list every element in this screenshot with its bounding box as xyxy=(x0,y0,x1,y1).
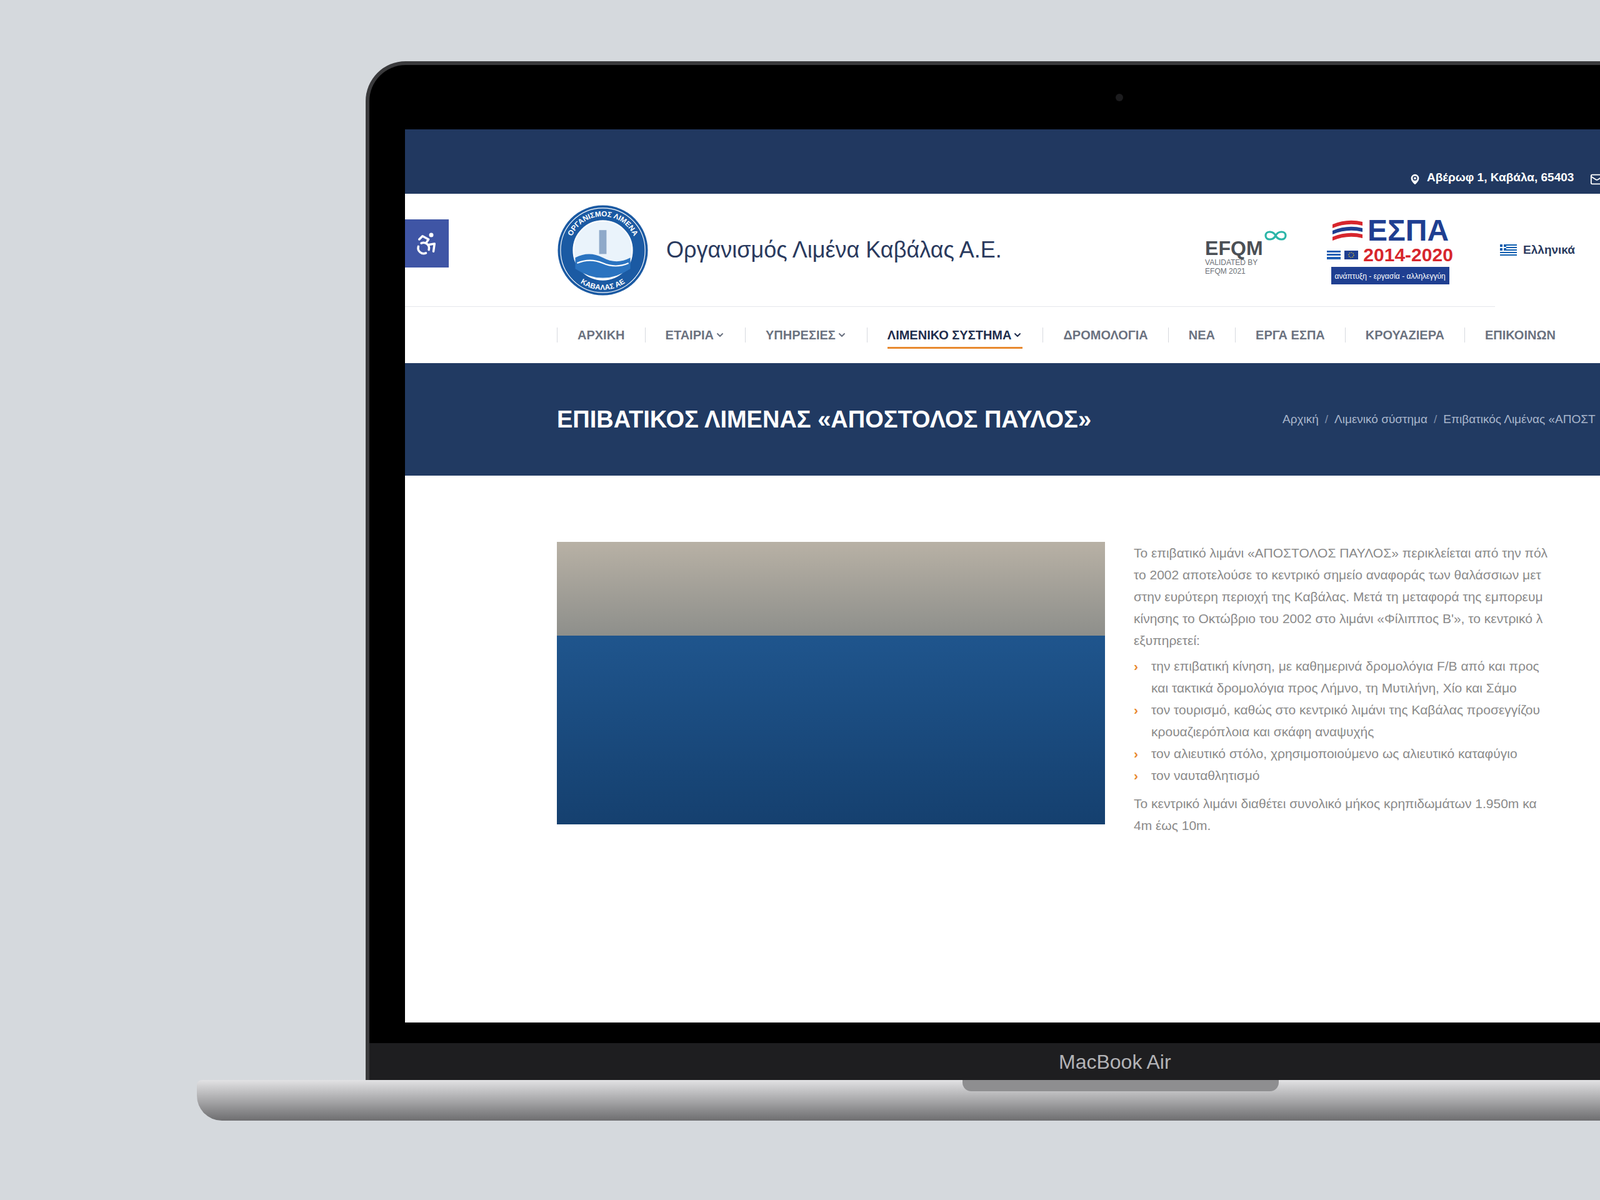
bullet-marker: › xyxy=(1133,742,1152,765)
site-header: ΟΡΓΑΝΙΣΜΟΣ ΛΙΜΕΝΑ ΚΑΒΑΛΑΣ ΑΕ Οργανισμός Λι… xyxy=(405,193,1600,307)
paragraph-line: Το επιβατικό λιμάνι «ΑΠΟΣΤΟΛΟΣ ΠΑΥΛΟΣ» π… xyxy=(1133,541,1548,564)
svg-text:ΟΡΓΑΝΙΣΜΟΣ ΛΙΜΕΝΑ: ΟΡΓΑΝΙΣΜΟΣ ΛΙΜΕΝΑ xyxy=(565,208,640,237)
brand[interactable]: ΟΡΓΑΝΙΣΜΟΣ ΛΙΜΕΝΑ ΚΑΒΑΛΑΣ ΑΕ Οργανισμός Λι… xyxy=(556,204,1002,297)
svg-text:ΚΑΒΑΛΑΣ ΑΕ: ΚΑΒΑΛΑΣ ΑΕ xyxy=(579,276,626,292)
breadcrumbs: Αρχική / Λιμενικό σύστημα / Επιβατικός Λιμέν… xyxy=(1282,410,1596,429)
paragraph-line: εξυπηρετεί: xyxy=(1133,629,1548,652)
bullet-item: ›τον ναυταθλητισμό xyxy=(1133,764,1548,787)
base-notch xyxy=(962,1080,1279,1092)
efqm-name: EFQM xyxy=(1205,238,1263,259)
mockup-canvas: Αβέρωφ 1, Καβάλα, 65403in ΟΡΓΑΝΙΣΜΟΣ ΛΙΜΕ… xyxy=(0,0,1600,1200)
bullet-marker: › xyxy=(1133,655,1152,677)
espa-motto-strip: ανάπτυξη - εργασία - αλληλεγγύη xyxy=(1331,266,1450,285)
nav-item[interactable]: ΕΠΙΚΟΙΝΩΝ xyxy=(1465,321,1576,349)
camera-dot xyxy=(1115,93,1124,102)
bullet-item: ›τον αλιευτικό στόλο, χρησιμοποιούμενο ω… xyxy=(1133,742,1548,765)
paragraph-line: 4m έως 10m. xyxy=(1133,814,1548,837)
nav-separator xyxy=(1168,327,1169,343)
site-title[interactable]: Οργανισμός Λιμένα Καβάλας Α.Ε. xyxy=(666,233,1002,267)
port-logo-icon[interactable]: ΟΡΓΑΝΙΣΜΟΣ ΛΙΜΕΝΑ ΚΑΒΑΛΑΣ ΑΕ xyxy=(556,204,649,297)
breadcrumb-item: Επιβατικός Λιμένας «ΑΠΟΣΤ xyxy=(1443,410,1595,429)
nav-item[interactable]: ΔΡΟΜΟΛΟΓΙΑ xyxy=(1043,321,1168,349)
chevron-down-icon xyxy=(1012,330,1023,340)
breadcrumb-separator: / xyxy=(1325,410,1329,429)
chevron-down-icon xyxy=(836,330,847,340)
espa-stripes-icon xyxy=(1331,218,1364,244)
nav-separator xyxy=(1235,327,1236,343)
language-switcher[interactable]: Ελληνικά xyxy=(1500,241,1575,260)
article-text: Το επιβατικό λιμάνι «ΑΠΟΣΤΟΛΟΣ ΠΑΥΛΟΣ» π… xyxy=(1133,541,1548,837)
paragraph-line: στην ευρύτερη περιοχή της Καβάλας. Μετά … xyxy=(1133,585,1548,608)
nav-separator xyxy=(645,327,646,343)
nav-item[interactable]: ΕΡΓΑ ΕΣΠΑ xyxy=(1235,321,1345,349)
espa-badge: ΕΣΠΑ2014-2020ανάπτυξη - εργασία - αλληλε… xyxy=(1317,215,1463,285)
nav-item[interactable]: ΚΡΟΥΑΖΙΕΡΑ xyxy=(1345,321,1465,349)
bullet-marker: › xyxy=(1133,764,1152,787)
bullet-marker: › xyxy=(1133,698,1152,721)
chevron-down-icon xyxy=(715,330,725,340)
nav-item[interactable]: ΥΠΗΡΕΣΙΕΣ xyxy=(745,321,867,349)
accessibility-button[interactable] xyxy=(405,219,449,268)
accessibility-icon xyxy=(413,230,440,257)
breadcrumb-item[interactable]: Λιμενικό σύστημα xyxy=(1334,410,1428,429)
nav-separator xyxy=(745,327,746,343)
screen-bezel: Αβέρωφ 1, Καβάλα, 65403in ΟΡΓΑΝΙΣΜΟΣ ΛΙΜΕ… xyxy=(369,65,1600,1080)
paragraph-line: κίνησης το Οκτώβριο του 2002 στο λιμάνι … xyxy=(1133,607,1548,630)
flags-icon xyxy=(1326,250,1360,260)
content: Το επιβατικό λιμάνι «ΑΠΟΣΤΟΛΟΣ ΠΑΥΛΟΣ» π… xyxy=(405,475,1600,837)
device-label: MacBook Air xyxy=(1058,1046,1172,1077)
breadcrumb-separator: / xyxy=(1433,410,1437,429)
nav-separator xyxy=(1464,327,1465,343)
website: Αβέρωφ 1, Καβάλα, 65403in ΟΡΓΑΝΙΣΜΟΣ ΛΙΜΕ… xyxy=(405,129,1600,1023)
laptop-base xyxy=(196,1080,1600,1121)
harbor-photo xyxy=(556,541,1105,825)
paragraph-line: Το κεντρικό λιμάνι διαθέτει συνολικό μήκ… xyxy=(1133,792,1548,815)
espa-years: 2014-2020 xyxy=(1363,245,1453,265)
bullet-item: ›την επιβατική κίνηση, με καθημερινά δρο… xyxy=(1133,655,1548,699)
address-text: Αβέρωφ 1, Καβάλα, 65403 xyxy=(1426,168,1574,187)
bullet-item: ›τον τουρισμό, καθώς στο κεντρικό λιμάνι… xyxy=(1133,698,1548,743)
top-bar: Αβέρωφ 1, Καβάλα, 65403in xyxy=(405,129,1600,194)
espa-name: ΕΣΠΑ xyxy=(1367,215,1449,246)
nav-separator xyxy=(1042,327,1044,343)
mail-icon xyxy=(1590,172,1600,187)
nav-item[interactable]: ΑΡΧΙΚΗ xyxy=(557,321,645,349)
page-title: ΕΠΙΒΑΤΙΚΟΣ ΛΙΜΕΝΑΣ «ΑΠΟΣΤΟΛΟΣ ΠΑΥΛΟΣ» xyxy=(556,401,1283,438)
page-title-band: ΕΠΙΒΑΤΙΚΟΣ ΛΙΜΕΝΑΣ «ΑΠΟΣΤΟΛΟΣ ΠΑΥΛΟΣ»Αρχ… xyxy=(405,363,1600,476)
nav-separator xyxy=(1345,327,1346,343)
efqm-infinity-icon xyxy=(1260,226,1291,245)
nav-item[interactable]: ΝΕΑ xyxy=(1168,321,1235,349)
greek-flag-icon xyxy=(1500,244,1517,256)
nav-item[interactable]: ΕΤΑΙΡΙΑ xyxy=(645,321,745,349)
location-icon xyxy=(1408,172,1422,187)
efqm-line: EFQM 2021 xyxy=(1205,266,1246,276)
breadcrumb-item[interactable]: Αρχική xyxy=(1282,410,1319,429)
main-nav: ΑΡΧΙΚΗΕΤΑΙΡΙΑΥΠΗΡΕΣΙΕΣΛΙΜΕΝΙΚΟ ΣΥΣΤΗΜΑΔΡ… xyxy=(405,306,1600,364)
paragraph-line: το 2002 αποτελούσε το κεντρικό σημείο αν… xyxy=(1133,563,1548,586)
header-divider xyxy=(405,306,1495,307)
efqm-line: VALIDATED BY xyxy=(1205,258,1258,267)
nav-separator xyxy=(556,327,558,343)
bullet-list: ›την επιβατική κίνηση, με καθημερινά δρο… xyxy=(1133,655,1548,787)
laptop-chin: MacBook Air xyxy=(369,1043,1600,1080)
nav-item[interactable]: ΛΙΜΕΝΙΚΟ ΣΥΣΤΗΜΑ xyxy=(867,321,1044,349)
efqm-badge: EFQMVALIDATED BYEFQM 2021 xyxy=(1205,224,1293,276)
laptop-lid: Αβέρωφ 1, Καβάλα, 65403in ΟΡΓΑΝΙΣΜΟΣ ΛΙΜΕ… xyxy=(365,61,1600,1080)
nav-separator xyxy=(866,327,868,343)
